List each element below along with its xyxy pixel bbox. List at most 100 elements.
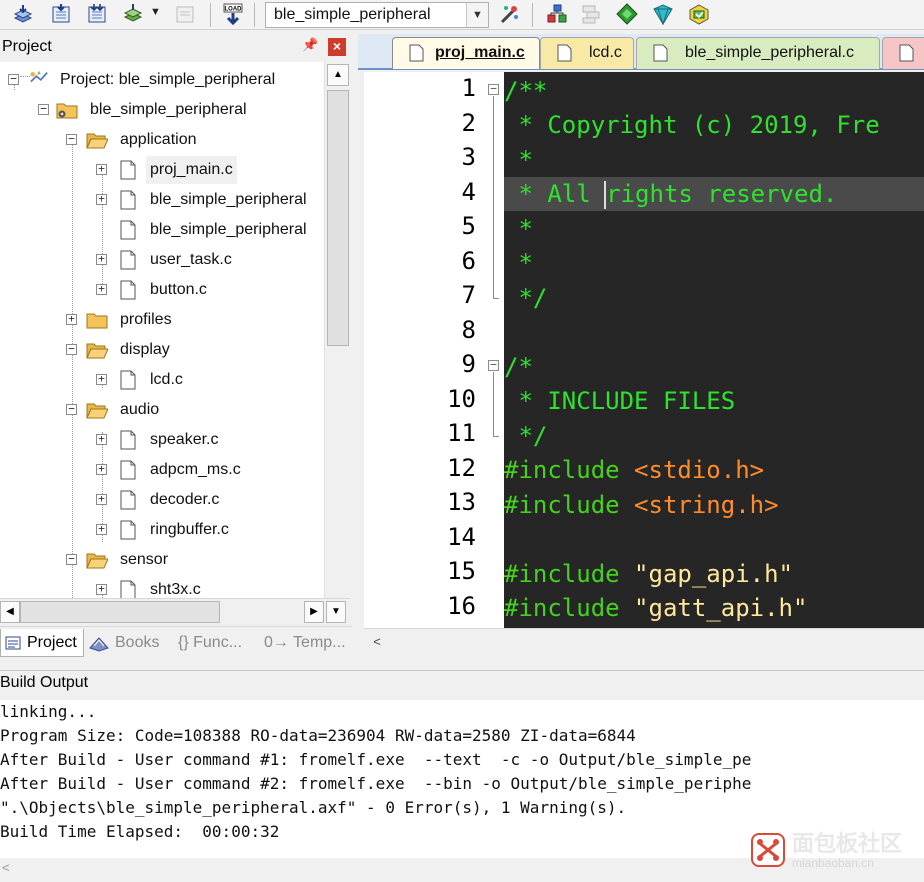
fold-end <box>493 298 499 299</box>
tree-group-display[interactable]: − display <box>0 336 324 364</box>
line-number: 8 <box>461 316 476 344</box>
chevron-down-icon[interactable]: ▼ <box>466 3 488 27</box>
line-number: 14 <box>447 523 476 551</box>
tab-more[interactable] <box>882 37 924 69</box>
code-line: * <box>504 249 533 277</box>
code-editor[interactable]: /** * Copyright (c) 2019, Fre * * All ri… <box>504 72 924 628</box>
fold-collapse-icon[interactable]: − <box>488 359 499 371</box>
tree-group-audio[interactable]: − audio <box>0 396 324 424</box>
tree-item-target[interactable]: − ble_simple_peripheral <box>0 96 324 124</box>
tree-file-item[interactable]: ble_simple_peripheral <box>0 216 324 244</box>
code-line: #include "gatt_api.h" <box>504 591 924 625</box>
tab-templates[interactable]: 0→ Temp... <box>262 629 350 657</box>
toolbar-divider <box>532 3 533 27</box>
tab-ble-simple-peripheral-c[interactable]: ble_simple_peripheral.c <box>636 37 880 69</box>
collapse-icon[interactable]: − <box>66 133 77 145</box>
code-line: */ <box>504 422 548 450</box>
folder-open-icon <box>86 403 108 419</box>
collapse-icon[interactable]: − <box>8 73 19 85</box>
collapse-icon[interactable]: − <box>66 343 77 355</box>
expand-icon[interactable]: + <box>96 193 107 205</box>
expand-icon[interactable]: + <box>96 253 107 265</box>
configuration-wizard-icon[interactable] <box>688 3 710 25</box>
build-icon[interactable] <box>50 3 72 25</box>
download-icon[interactable]: LOAD <box>222 3 244 25</box>
tree-file-item[interactable]: + user_task.c <box>0 246 324 274</box>
expand-icon[interactable]: + <box>96 373 107 385</box>
scrollbar-thumb[interactable] <box>20 601 220 623</box>
tree-item-label: lcd.c <box>150 371 183 388</box>
scroll-up-icon[interactable]: ▲ <box>327 64 349 86</box>
stop-build-icon[interactable] <box>174 3 196 25</box>
fold-line <box>493 96 494 298</box>
scroll-down-icon[interactable]: ▼ <box>326 601 346 623</box>
line-number: 2 <box>461 109 476 137</box>
pack-installer-icon[interactable] <box>616 3 638 25</box>
tree-file-item[interactable]: + adpcm_ms.c <box>0 456 324 484</box>
tree-file-item[interactable]: + sht3x.c <box>0 576 324 598</box>
manage-project-items-icon[interactable] <box>546 3 568 25</box>
scroll-left-icon[interactable]: < <box>2 860 10 875</box>
rebuild-icon[interactable] <box>86 3 108 25</box>
tab-functions[interactable]: {} Func... <box>176 629 258 657</box>
project-tree-vertical-scrollbar[interactable]: ▲ <box>324 62 350 598</box>
expand-icon[interactable]: + <box>96 283 107 295</box>
toolbar-divider <box>254 3 255 27</box>
tree-file-item[interactable]: + ringbuffer.c <box>0 516 324 544</box>
expand-icon[interactable]: + <box>96 493 107 505</box>
translate-icon[interactable] <box>12 3 34 25</box>
tree-group-profiles[interactable]: + profiles <box>0 306 324 334</box>
tree-item-project-root[interactable]: − Project: ble_simple_peripheral <box>0 66 324 94</box>
line-number: 6 <box>461 247 476 275</box>
folder-open-icon <box>86 553 108 569</box>
tab-project[interactable]: Project <box>0 629 84 657</box>
editor-horizontal-scrollbar[interactable]: < <box>364 628 924 656</box>
expand-icon[interactable]: + <box>96 523 107 535</box>
batch-build-icon[interactable] <box>122 3 144 25</box>
tree-file-item[interactable]: + speaker.c <box>0 426 324 454</box>
tree-file-item[interactable]: + proj_main.c <box>0 156 324 184</box>
expand-icon[interactable]: + <box>96 463 107 475</box>
tree-group-sensor[interactable]: − sensor <box>0 546 324 574</box>
project-tree-horizontal-scrollbar[interactable]: ◀ ▶ ▼ <box>0 598 350 624</box>
tree-item-label: sensor <box>120 551 169 568</box>
target-select[interactable]: ble_simple_peripheral ▼ <box>265 2 489 28</box>
collapse-icon[interactable]: − <box>38 103 49 115</box>
line-number: 11 <box>447 419 476 447</box>
code-line: * <box>504 215 533 243</box>
select-packs-icon[interactable] <box>580 3 602 25</box>
tree-group-application[interactable]: − application <box>0 126 324 154</box>
tree-file-item[interactable]: + decoder.c <box>0 486 324 514</box>
tree-item-label: ble_simple_peripheral <box>150 191 307 208</box>
expand-icon[interactable]: + <box>66 313 77 325</box>
tab-proj-main-c[interactable]: proj_main.c <box>392 37 540 69</box>
rte-icon[interactable] <box>652 3 674 25</box>
fold-collapse-icon[interactable]: − <box>488 83 499 95</box>
pin-icon[interactable]: 📌 <box>302 37 318 53</box>
scrollbar-thumb[interactable] <box>327 90 349 346</box>
options-for-target-icon[interactable] <box>498 3 520 25</box>
expand-icon[interactable]: + <box>96 583 107 595</box>
collapse-icon[interactable]: − <box>66 403 77 415</box>
line-number: 10 <box>447 385 476 413</box>
expand-icon[interactable]: + <box>96 433 107 445</box>
target-select-value: ble_simple_peripheral <box>274 6 431 23</box>
tree-file-item[interactable]: + lcd.c <box>0 366 324 394</box>
scroll-left-icon[interactable]: < <box>366 632 388 654</box>
tree-file-item[interactable]: + ble_simple_peripheral <box>0 186 324 214</box>
tab-books[interactable]: Books <box>88 629 168 657</box>
preprocessor-directive: #include <box>504 456 620 484</box>
scroll-left-icon[interactable]: ◀ <box>0 601 20 623</box>
expand-icon[interactable]: + <box>96 163 107 175</box>
preprocessor-directive: #include <box>504 594 620 622</box>
tree-item-label: button.c <box>150 281 207 298</box>
tree-item-label: profiles <box>120 311 172 328</box>
collapse-icon[interactable]: − <box>66 553 77 565</box>
chevron-down-icon[interactable]: ▼ <box>150 6 161 18</box>
scroll-right-icon[interactable]: ▶ <box>304 601 324 623</box>
fold-end <box>493 436 499 437</box>
tab-lcd-c[interactable]: lcd.c <box>540 37 634 69</box>
tree-file-item[interactable]: + button.c <box>0 276 324 304</box>
close-icon[interactable]: × <box>328 38 346 56</box>
